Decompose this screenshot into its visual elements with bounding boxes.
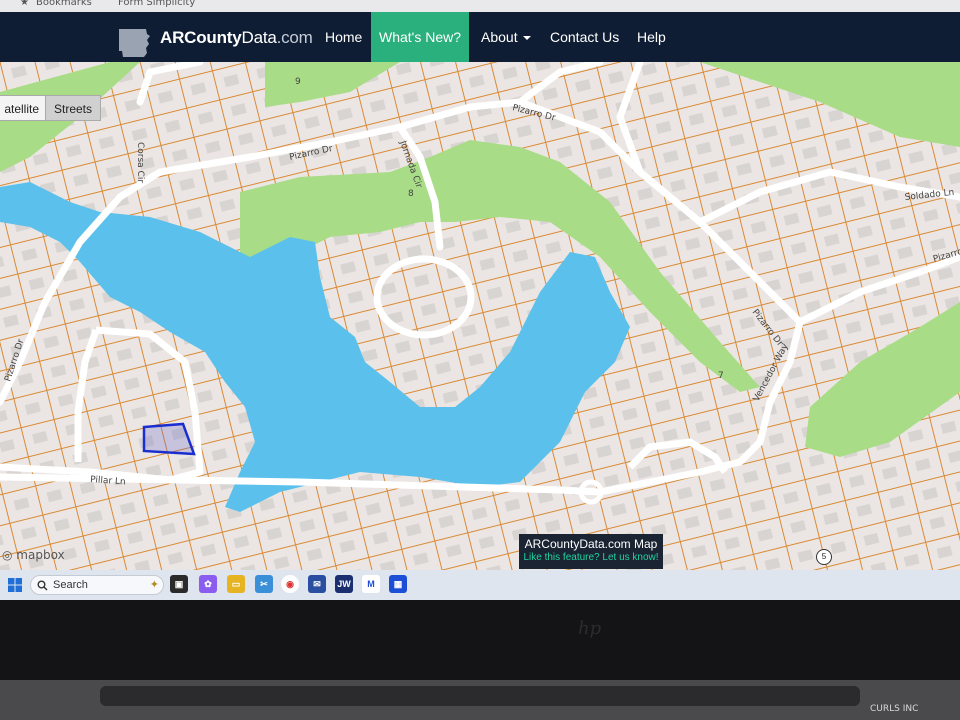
arkansas-state-icon [119, 29, 150, 57]
bookmark-item[interactable]: Bookmarks [36, 0, 92, 8]
map-canvas[interactable]: Pizarro Dr Pizarro Dr Pizarro Dr Jornada… [0, 62, 960, 570]
map-caption: ARCountyData.com Map Like this feature? … [519, 534, 663, 569]
nav-about[interactable]: About [481, 12, 531, 62]
street-label: Corsa Cir [135, 142, 145, 183]
nav-home[interactable]: Home [325, 12, 362, 62]
map-caption-title: ARCountyData.com Map [524, 537, 658, 551]
snipping-tool-icon[interactable]: ✂ [255, 575, 273, 593]
photo-watermark: CURLS INC [870, 704, 919, 714]
logo-domain: .com [276, 28, 313, 47]
taskbar-search[interactable]: Search ✦ [30, 575, 164, 595]
hole-number: 8 [408, 189, 414, 199]
folder-icon[interactable]: ▭ [227, 575, 245, 593]
taskbar: Search ✦ ▣ ✿ ▭ ✂ ◉ ✉ JW M ▦ [0, 570, 960, 600]
logo-name-rest: Data [241, 28, 277, 47]
laptop-edge [100, 686, 860, 706]
bookmark-item[interactable]: Form Simplicity [118, 0, 195, 8]
satellite-toggle[interactable]: atellite [0, 95, 46, 121]
mapbox-label: mapbox [16, 548, 65, 562]
search-icon [37, 580, 48, 591]
search-highlight-icon: ✦ [149, 579, 159, 591]
parcel-map[interactable]: Pizarro Dr Pizarro Dr Pizarro Dr Jornada… [0, 62, 960, 570]
nav-contact[interactable]: Contact Us [550, 12, 619, 62]
hole-number: 7 [718, 371, 724, 381]
chevron-down-icon [522, 36, 531, 41]
route-badge: 5 [816, 549, 832, 565]
jw-app-icon[interactable]: JW [335, 575, 353, 593]
hole-number: 9 [295, 77, 301, 87]
search-placeholder: Search [53, 579, 88, 591]
nav-help[interactable]: Help [637, 12, 666, 62]
calculator-icon[interactable]: ▦ [389, 575, 407, 593]
nav-whats-new[interactable]: What's New? [371, 12, 469, 62]
malwarebytes-icon[interactable]: M [362, 575, 380, 593]
mail-icon[interactable]: ✉ [308, 575, 326, 593]
chrome-icon[interactable]: ◉ [281, 575, 299, 593]
site-logo[interactable]: ARCountyData.com [160, 28, 313, 48]
site-navbar: ARCountyData.com Home What's New? About … [0, 12, 960, 62]
feedback-link[interactable]: Like this feature? Let us know! [519, 552, 663, 563]
nav-about-label: About [481, 29, 518, 45]
logo-name-bold: ARCounty [160, 28, 242, 47]
mapbox-attribution[interactable]: ◎ mapbox [2, 548, 65, 562]
windows-start-icon[interactable] [8, 578, 22, 592]
hp-logo: hp [578, 618, 602, 639]
bookmarks-bar: ★ Bookmarks Form Simplicity [0, 0, 960, 12]
streets-toggle[interactable]: Streets [45, 95, 101, 121]
copilot-icon[interactable]: ✿ [199, 575, 217, 593]
task-view-icon[interactable]: ▣ [170, 575, 188, 593]
bookmark-star-icon: ★ [20, 0, 29, 8]
